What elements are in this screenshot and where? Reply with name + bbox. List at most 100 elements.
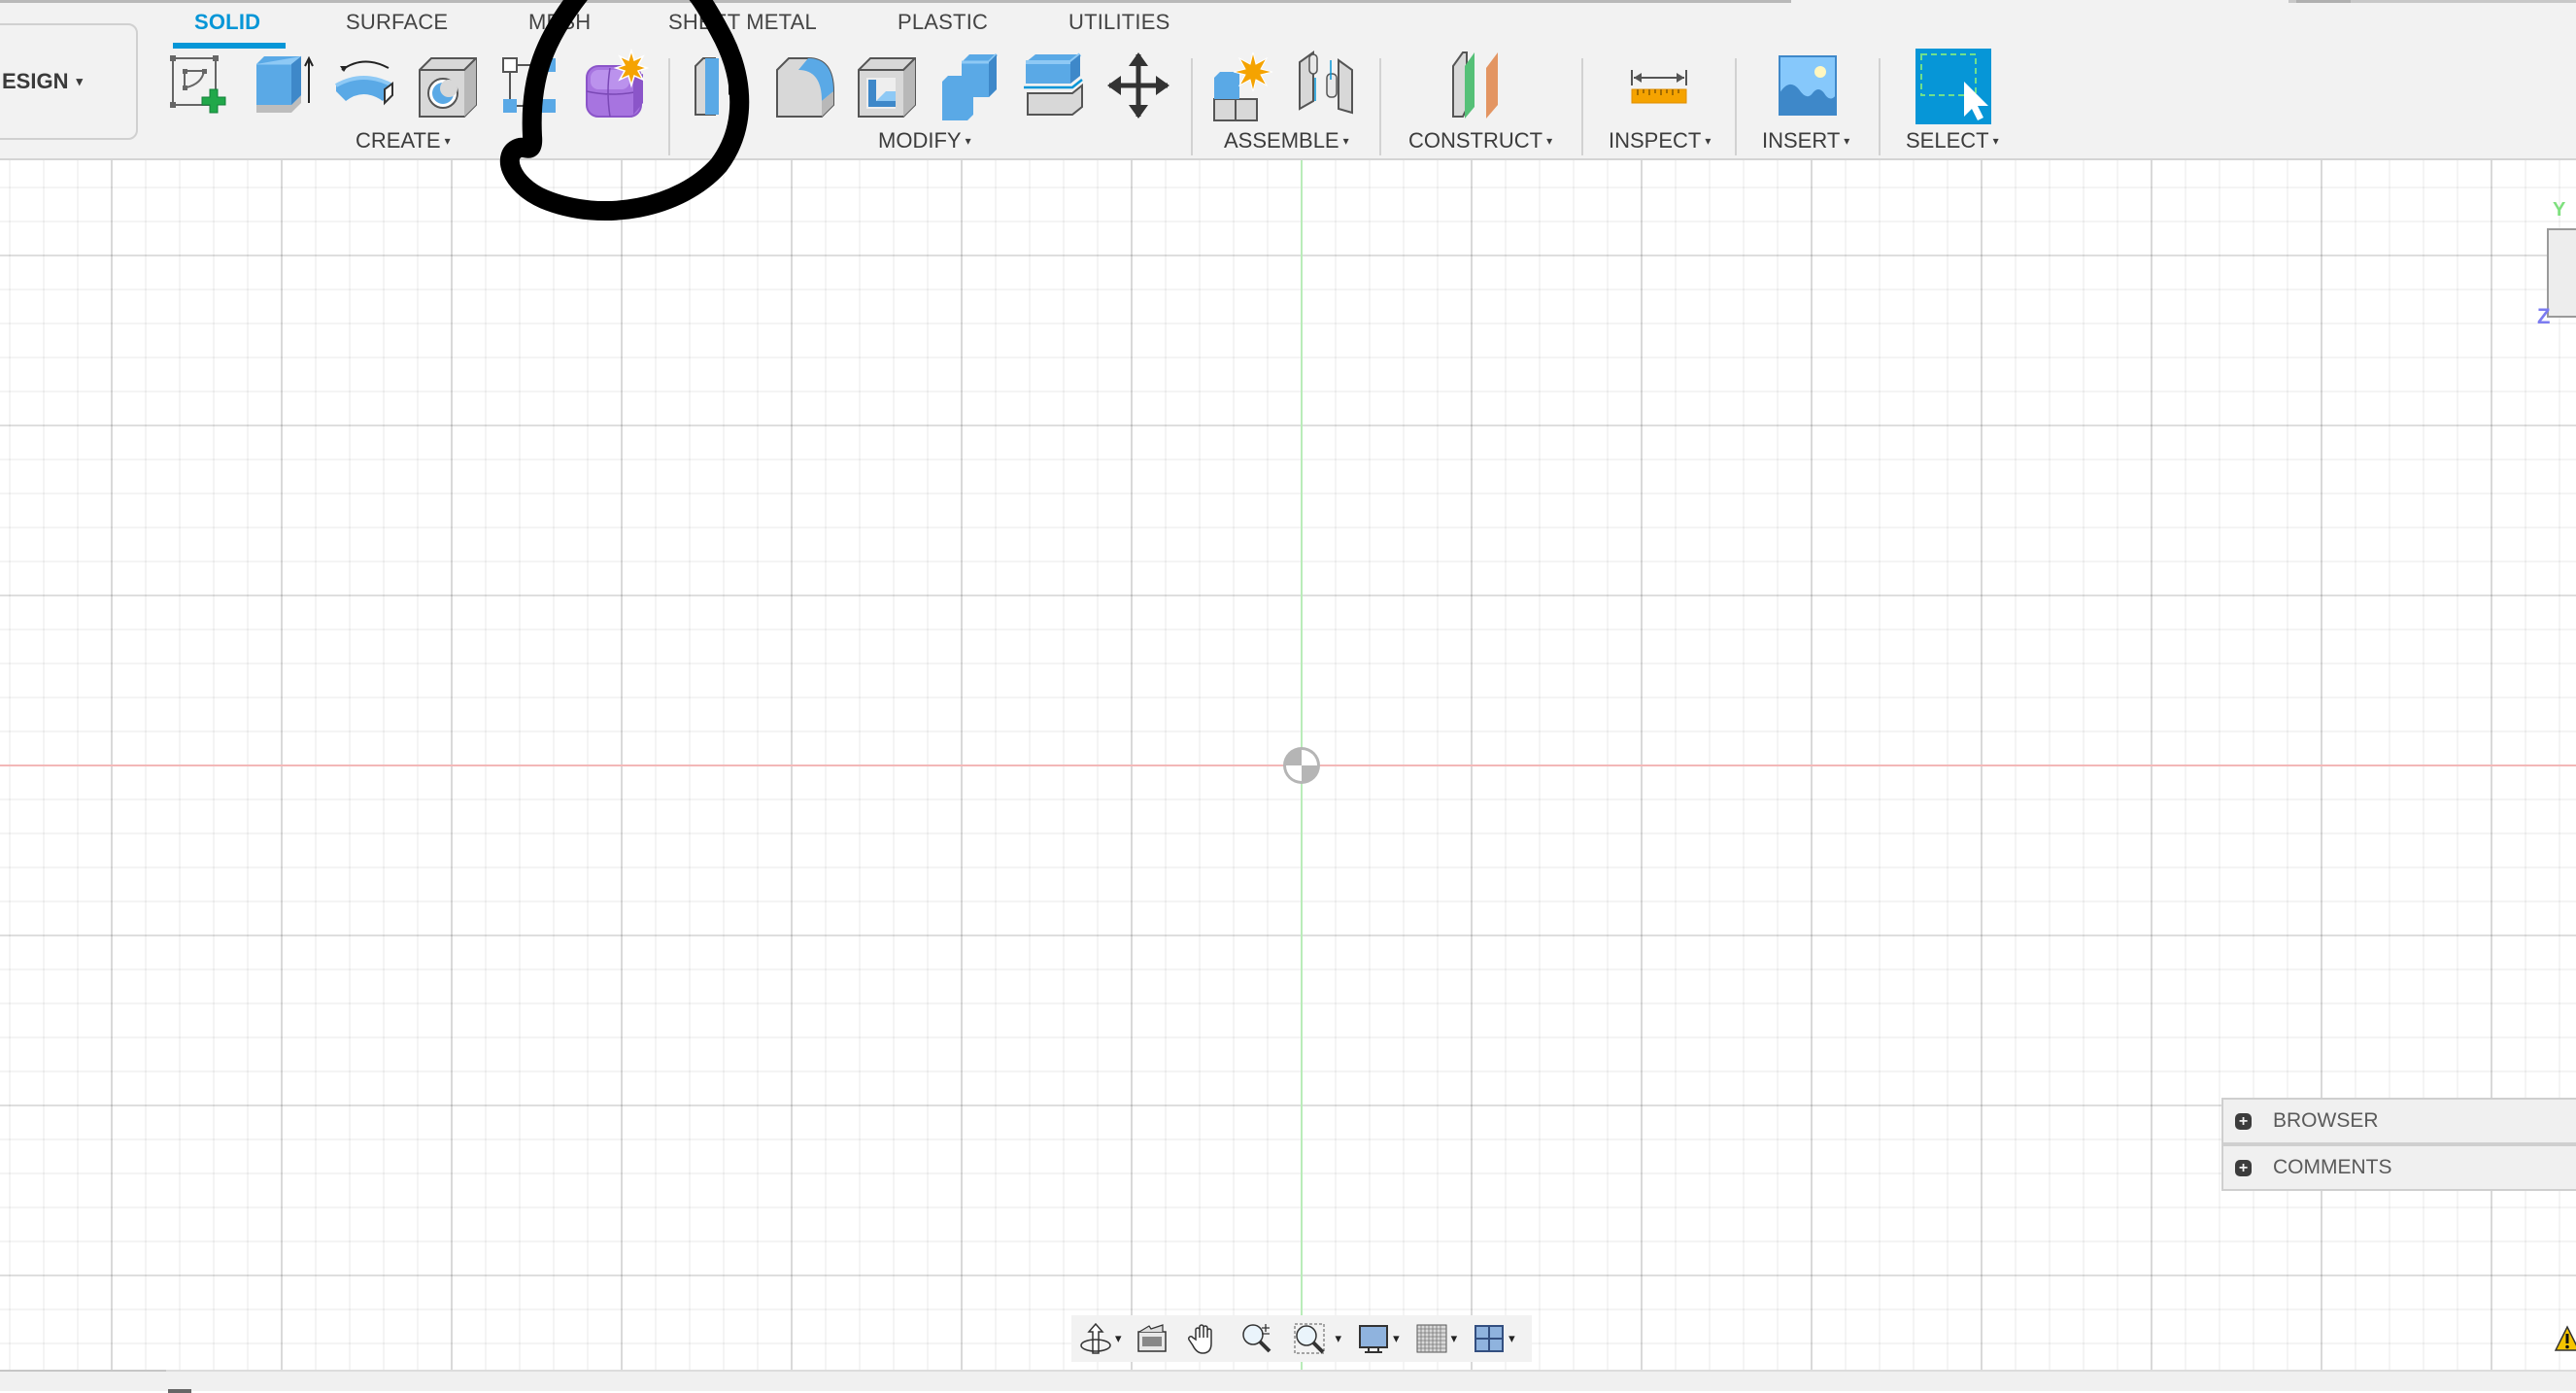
offset-plane-icon: [1452, 51, 1498, 119]
display-options-caret[interactable]: ▾: [1393, 1331, 1400, 1346]
construct-menu-label: CONSTRUCT: [1408, 128, 1543, 153]
grid-options-caret[interactable]: ▾: [1451, 1331, 1458, 1346]
display-settings-button[interactable]: [1357, 1319, 1390, 1358]
measure-button[interactable]: [1626, 49, 1692, 124]
inspect-menu[interactable]: INSPECT ▾: [1609, 128, 1711, 153]
chevron-down-icon: ▾: [1546, 134, 1553, 148]
modify-menu[interactable]: MODIFY ▾: [878, 128, 971, 153]
toolbar: ESIGN ▾ SOLID SURFACE MESH SHEET METAL P…: [0, 4, 2576, 160]
create-sketch-button[interactable]: [167, 49, 233, 124]
revolve-icon: [335, 60, 393, 106]
group-separator: [1735, 58, 1737, 155]
press-pull-button[interactable]: [690, 49, 756, 124]
tab-plastic[interactable]: PLASTIC: [898, 10, 988, 35]
viewports-icon: [1474, 1325, 1505, 1352]
window-select-button[interactable]: [1915, 49, 1991, 124]
create-sketch-icon: [170, 55, 226, 114]
construct-menu[interactable]: CONSTRUCT ▾: [1408, 128, 1552, 153]
tab-mesh[interactable]: MESH: [528, 10, 591, 35]
rectangular-pattern-icon: [502, 57, 556, 113]
tab-solid[interactable]: SOLID: [194, 10, 260, 35]
grid-icon: [1416, 1324, 1447, 1353]
measure-icon: [1631, 70, 1687, 104]
chevron-down-icon: ▾: [1844, 134, 1850, 148]
chevron-down-icon: ▾: [76, 74, 83, 88]
create-menu-label: CREATE: [356, 128, 441, 153]
window-select-icon: [1915, 49, 1991, 124]
split-body-icon: [1024, 52, 1083, 116]
browser-panel-label: BROWSER: [2273, 1109, 2379, 1132]
fillet-button[interactable]: [773, 49, 839, 124]
chevron-down-icon: ▾: [1705, 134, 1712, 148]
pan-hand-icon: [1187, 1324, 1212, 1354]
joint-icon: [1299, 51, 1353, 115]
insert-menu-label: INSERT: [1762, 128, 1841, 153]
navigation-bar: ▾ ▾ ▾ ▾ ▾: [1071, 1315, 1532, 1362]
new-component-button[interactable]: [1210, 49, 1276, 124]
group-separator: [1581, 58, 1583, 155]
orbit-button[interactable]: [1079, 1319, 1112, 1358]
tab-surface[interactable]: SURFACE: [346, 10, 448, 35]
grid-snaps-button[interactable]: [1415, 1319, 1448, 1358]
split-body-button[interactable]: [1022, 49, 1088, 124]
pan-button[interactable]: [1187, 1319, 1221, 1358]
chevron-down-icon: ▾: [444, 134, 451, 148]
move-icon: [1107, 52, 1169, 119]
comments-panel-label: COMMENTS: [2273, 1156, 2392, 1178]
tab-sheet-metal[interactable]: SHEET METAL: [668, 10, 817, 35]
expand-icon[interactable]: +: [2235, 1112, 2252, 1130]
display-settings-icon: [1359, 1325, 1389, 1353]
rectangular-pattern-button[interactable]: [499, 49, 565, 124]
look-at-button[interactable]: [1135, 1319, 1169, 1358]
look-at-icon: [1136, 1324, 1167, 1352]
comments-panel[interactable]: + COMMENTS: [2221, 1144, 2576, 1191]
workspace-switcher[interactable]: ESIGN ▾: [0, 23, 138, 140]
expand-icon[interactable]: +: [2235, 1159, 2252, 1176]
joint-button[interactable]: [1294, 49, 1360, 124]
create-menu[interactable]: CREATE ▾: [356, 128, 451, 153]
select-menu[interactable]: SELECT ▾: [1906, 128, 1999, 153]
origin-icon: [1283, 747, 1320, 784]
timeline-handle[interactable]: [168, 1389, 191, 1393]
offset-plane-button[interactable]: [1447, 49, 1513, 124]
viewcube-z-label: Z: [2537, 304, 2551, 328]
hole-button[interactable]: [416, 49, 482, 124]
fit-window-button[interactable]: [1293, 1319, 1326, 1358]
chevron-down-icon: ▾: [1992, 134, 1999, 148]
group-separator: [1191, 58, 1193, 155]
orbit-icon: [1080, 1322, 1111, 1354]
assemble-menu[interactable]: ASSEMBLE ▾: [1224, 128, 1349, 153]
orbit-options-caret[interactable]: ▾: [1115, 1331, 1122, 1346]
create-form-button[interactable]: [583, 48, 650, 124]
revolve-button[interactable]: [332, 49, 398, 124]
status-bar: [0, 1370, 2576, 1393]
zoom-button[interactable]: [1240, 1319, 1273, 1358]
viewcube[interactable]: [2547, 228, 2576, 318]
viewports-options-caret[interactable]: ▾: [1508, 1331, 1515, 1346]
zoom-options-caret[interactable]: ▾: [1336, 1331, 1342, 1346]
inspect-menu-label: INSPECT: [1609, 128, 1702, 153]
insert-image-button[interactable]: [1776, 49, 1842, 124]
move-copy-button[interactable]: [1105, 49, 1171, 124]
workspace-label: ESIGN: [2, 69, 69, 93]
assemble-menu-label: ASSEMBLE: [1224, 128, 1339, 153]
extrude-button[interactable]: [251, 49, 317, 124]
tab-utilities[interactable]: UTILITIES: [1068, 10, 1170, 35]
hole-icon: [419, 57, 477, 118]
group-separator: [1379, 58, 1381, 155]
design-canvas[interactable]: Y Z: [0, 160, 2576, 1370]
warning-icon[interactable]: [2555, 1325, 2576, 1352]
combine-icon: [942, 52, 999, 120]
combine-button[interactable]: [938, 49, 1004, 124]
browser-panel[interactable]: + BROWSER: [2221, 1098, 2576, 1144]
shell-icon: [858, 57, 916, 118]
extrude-icon: [256, 55, 314, 113]
insert-menu[interactable]: INSERT ▾: [1762, 128, 1849, 153]
viewcube-y-label: Y: [2553, 199, 2566, 221]
group-separator: [668, 58, 670, 155]
shell-button[interactable]: [855, 49, 921, 124]
group-separator: [1879, 58, 1881, 155]
fillet-icon: [776, 57, 834, 118]
create-form-icon: [586, 48, 650, 118]
viewports-button[interactable]: [1473, 1319, 1506, 1358]
